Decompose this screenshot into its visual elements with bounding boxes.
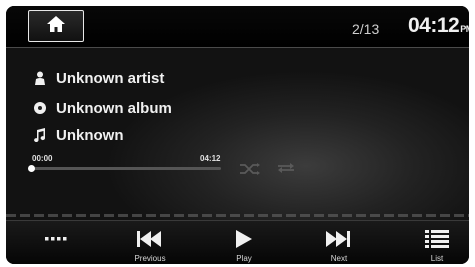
album-row: Unknown album: [32, 98, 172, 118]
more-dots-icon: [45, 227, 67, 251]
clock: 04:12PM: [408, 14, 469, 38]
top-bar: 2/13 04:12PM: [6, 6, 469, 48]
progress-knob[interactable]: [28, 165, 35, 172]
repeat-icon[interactable]: [276, 161, 296, 179]
total-time: 04:12: [200, 154, 221, 163]
track-title: Unknown: [56, 126, 124, 144]
list-icon: [425, 227, 449, 251]
artist-icon: [32, 70, 48, 86]
next-label: Next: [330, 254, 348, 263]
divider: [6, 214, 469, 217]
list-button[interactable]: List: [402, 221, 469, 264]
play-icon: [236, 227, 252, 251]
more-button[interactable]: [21, 221, 91, 264]
music-note-icon: [32, 127, 48, 143]
previous-button[interactable]: Previous: [115, 221, 185, 264]
track-index: 2/13: [352, 21, 380, 37]
control-bar: Previous Play Next List: [6, 220, 469, 264]
home-button[interactable]: [28, 10, 84, 42]
progress-bar[interactable]: [31, 167, 221, 170]
title-row: Unknown: [32, 125, 124, 145]
play-button[interactable]: Play: [209, 221, 279, 264]
elapsed-time: 00:00: [32, 154, 53, 163]
play-label: Play: [236, 254, 252, 263]
artist-row: Unknown artist: [32, 68, 164, 88]
previous-icon: [137, 227, 163, 251]
artist-name: Unknown artist: [56, 69, 165, 87]
next-icon: [326, 227, 352, 251]
clock-time: 04:12: [408, 14, 460, 37]
list-label: List: [430, 254, 444, 263]
media-player-screen: 2/13 04:12PM Unknown artist Unknown albu…: [6, 6, 469, 264]
album-icon: [32, 100, 48, 116]
shuffle-icon[interactable]: [239, 162, 261, 180]
previous-label: Previous: [134, 254, 166, 263]
home-icon: [46, 15, 66, 38]
album-name: Unknown album: [56, 99, 172, 117]
next-button[interactable]: Next: [304, 221, 374, 264]
clock-ampm: PM: [460, 24, 469, 34]
